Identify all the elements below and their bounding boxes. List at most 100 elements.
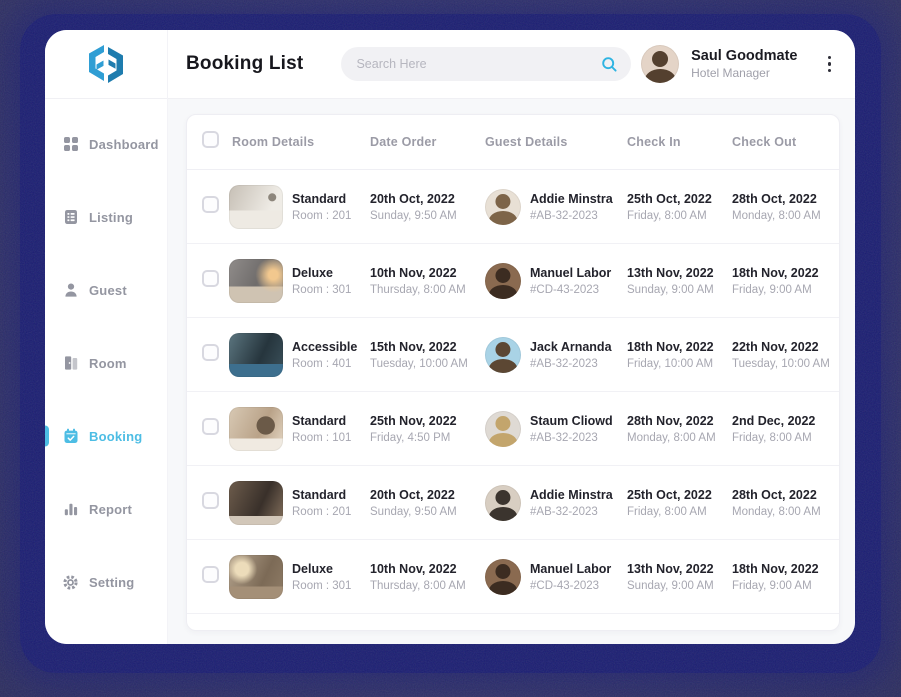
guest-avatar (485, 411, 521, 447)
order-date: 20th Oct, 2022 (370, 191, 485, 207)
sidebar-item-label: Report (89, 502, 132, 517)
guest-id: #AB-32-2023 (530, 210, 627, 222)
manager-avatar (641, 45, 679, 83)
order-date: 10th Nov, 2022 (370, 561, 485, 577)
room-photo (229, 407, 283, 451)
guest-id: #AB-32-2023 (530, 432, 627, 444)
sidebar-item-listing[interactable]: Listing (45, 197, 167, 237)
search-bar[interactable] (341, 47, 631, 81)
settings-gear-icon (62, 574, 79, 591)
search-input[interactable] (354, 56, 601, 72)
check-out-time: Monday, 8:00 AM (732, 210, 839, 222)
check-out-time: Friday, 9:00 AM (732, 284, 839, 296)
column-header-check-out[interactable]: Check Out (732, 135, 839, 149)
table-header-row: Room Details Date Order Guest Details Ch… (187, 115, 839, 170)
guest-name: Addie Minstra (530, 191, 627, 207)
sidebar-item-label: Listing (89, 210, 133, 225)
room-photo (229, 333, 283, 377)
row-checkbox[interactable] (202, 492, 219, 509)
check-out-date: 2nd Dec, 2022 (732, 413, 839, 429)
sidebar-item-report[interactable]: Report (45, 489, 167, 529)
check-out-time: Monday, 8:00 AM (732, 506, 839, 518)
check-in-date: 28th Nov, 2022 (627, 413, 732, 429)
room-type: Accessible (292, 339, 370, 355)
sidebar: Dashboard Listing Guest Room (45, 30, 168, 644)
column-header-guest-details[interactable]: Guest Details (485, 135, 627, 149)
guest-name: Staum Cliowd (530, 413, 627, 429)
check-in-time: Sunday, 9:00 AM (627, 284, 732, 296)
sidebar-item-dashboard[interactable]: Dashboard (45, 124, 167, 164)
room-photo (229, 185, 283, 229)
ea-hexagon-logo-icon (84, 43, 128, 85)
order-date: 15th Nov, 2022 (370, 339, 485, 355)
sidebar-item-booking[interactable]: Booking (45, 416, 167, 456)
profile-text: Saul Goodmate Hotel Manager (691, 47, 797, 80)
table-row[interactable]: DeluxeRoom : 301 10th Nov, 2022Thursday,… (187, 540, 839, 614)
row-checkbox[interactable] (202, 270, 219, 287)
app-window: Dashboard Listing Guest Room (45, 30, 855, 644)
order-date: 20th Oct, 2022 (370, 487, 485, 503)
guest-avatar (485, 559, 521, 595)
room-number: Room : 201 (292, 506, 370, 518)
guest-avatar (485, 263, 521, 299)
room-number: Room : 401 (292, 358, 370, 370)
check-in-time: Friday, 10:00 AM (627, 358, 732, 370)
sidebar-item-setting[interactable]: Setting (45, 562, 167, 602)
check-out-date: 18th Nov, 2022 (732, 265, 839, 281)
column-header-check-in[interactable]: Check In (627, 135, 732, 149)
order-time: Sunday, 9:50 AM (370, 506, 485, 518)
row-checkbox[interactable] (202, 344, 219, 361)
guest-person-icon (62, 282, 79, 299)
guest-name: Manuel Labor (530, 561, 627, 577)
kebab-menu-icon[interactable] (824, 52, 836, 77)
guest-id: #AB-32-2023 (530, 358, 627, 370)
listing-icon (62, 209, 79, 226)
column-header-room-details[interactable]: Room Details (229, 135, 370, 149)
check-in-time: Monday, 8:00 AM (627, 432, 732, 444)
search-icon[interactable] (601, 56, 618, 73)
check-in-date: 13th Nov, 2022 (627, 561, 732, 577)
order-time: Sunday, 9:50 AM (370, 210, 485, 222)
order-time: Thursday, 8:00 AM (370, 580, 485, 592)
check-in-date: 25th Oct, 2022 (627, 487, 732, 503)
app-logo[interactable] (45, 30, 167, 99)
column-header-date-order[interactable]: Date Order (370, 135, 485, 149)
table-row[interactable]: DeluxeRoom : 301 10th Nov, 2022Thursday,… (187, 244, 839, 318)
select-all-checkbox[interactable] (202, 131, 219, 148)
page-title: Booking List (186, 53, 303, 75)
table-row[interactable]: Accessible Room : 401 15th Nov, 2022 Tuesd… (187, 318, 839, 392)
table-row[interactable]: StandardRoom : 101 25th Nov, 2022Friday,… (187, 392, 839, 466)
row-checkbox[interactable] (202, 196, 219, 213)
profile-area[interactable]: Saul Goodmate Hotel Manager (641, 45, 841, 83)
check-out-time: Friday, 8:00 AM (732, 432, 839, 444)
report-bars-icon (62, 501, 79, 518)
order-time: Tuesday, 10:00 AM (370, 358, 485, 370)
check-in-time: Friday, 8:00 AM (627, 506, 732, 518)
booking-calendar-icon (62, 428, 79, 445)
order-time: Friday, 4:50 PM (370, 432, 485, 444)
check-in-time: Sunday, 9:00 AM (627, 580, 732, 592)
sidebar-item-guest[interactable]: Guest (45, 270, 167, 310)
room-photo (229, 555, 283, 599)
profile-name: Saul Goodmate (691, 47, 797, 65)
check-in-date: 25th Oct, 2022 (627, 191, 732, 207)
check-out-date: 28th Oct, 2022 (732, 487, 839, 503)
sidebar-item-label: Setting (89, 575, 134, 590)
booking-table: Room Details Date Order Guest Details Ch… (186, 114, 840, 631)
order-date: 25th Nov, 2022 (370, 413, 485, 429)
order-time: Thursday, 8:00 AM (370, 284, 485, 296)
row-checkbox[interactable] (202, 418, 219, 435)
guest-id: #CD-43-2023 (530, 284, 627, 296)
room-number: Room : 301 (292, 580, 370, 592)
check-out-date: 22th Nov, 2022 (732, 339, 839, 355)
table-footer-strip (187, 614, 839, 630)
content-area: Room Details Date Order Guest Details Ch… (168, 99, 855, 644)
check-in-time: Friday, 8:00 AM (627, 210, 732, 222)
check-out-time: Tuesday, 10:00 AM (732, 358, 839, 370)
room-type: Standard (292, 191, 370, 207)
row-checkbox[interactable] (202, 566, 219, 583)
table-row[interactable]: StandardRoom : 201 20th Oct, 2022Sunday,… (187, 170, 839, 244)
sidebar-item-room[interactable]: Room (45, 343, 167, 383)
order-date: 10th Nov, 2022 (370, 265, 485, 281)
table-row[interactable]: StandardRoom : 201 20th Oct, 2022Sunday,… (187, 466, 839, 540)
